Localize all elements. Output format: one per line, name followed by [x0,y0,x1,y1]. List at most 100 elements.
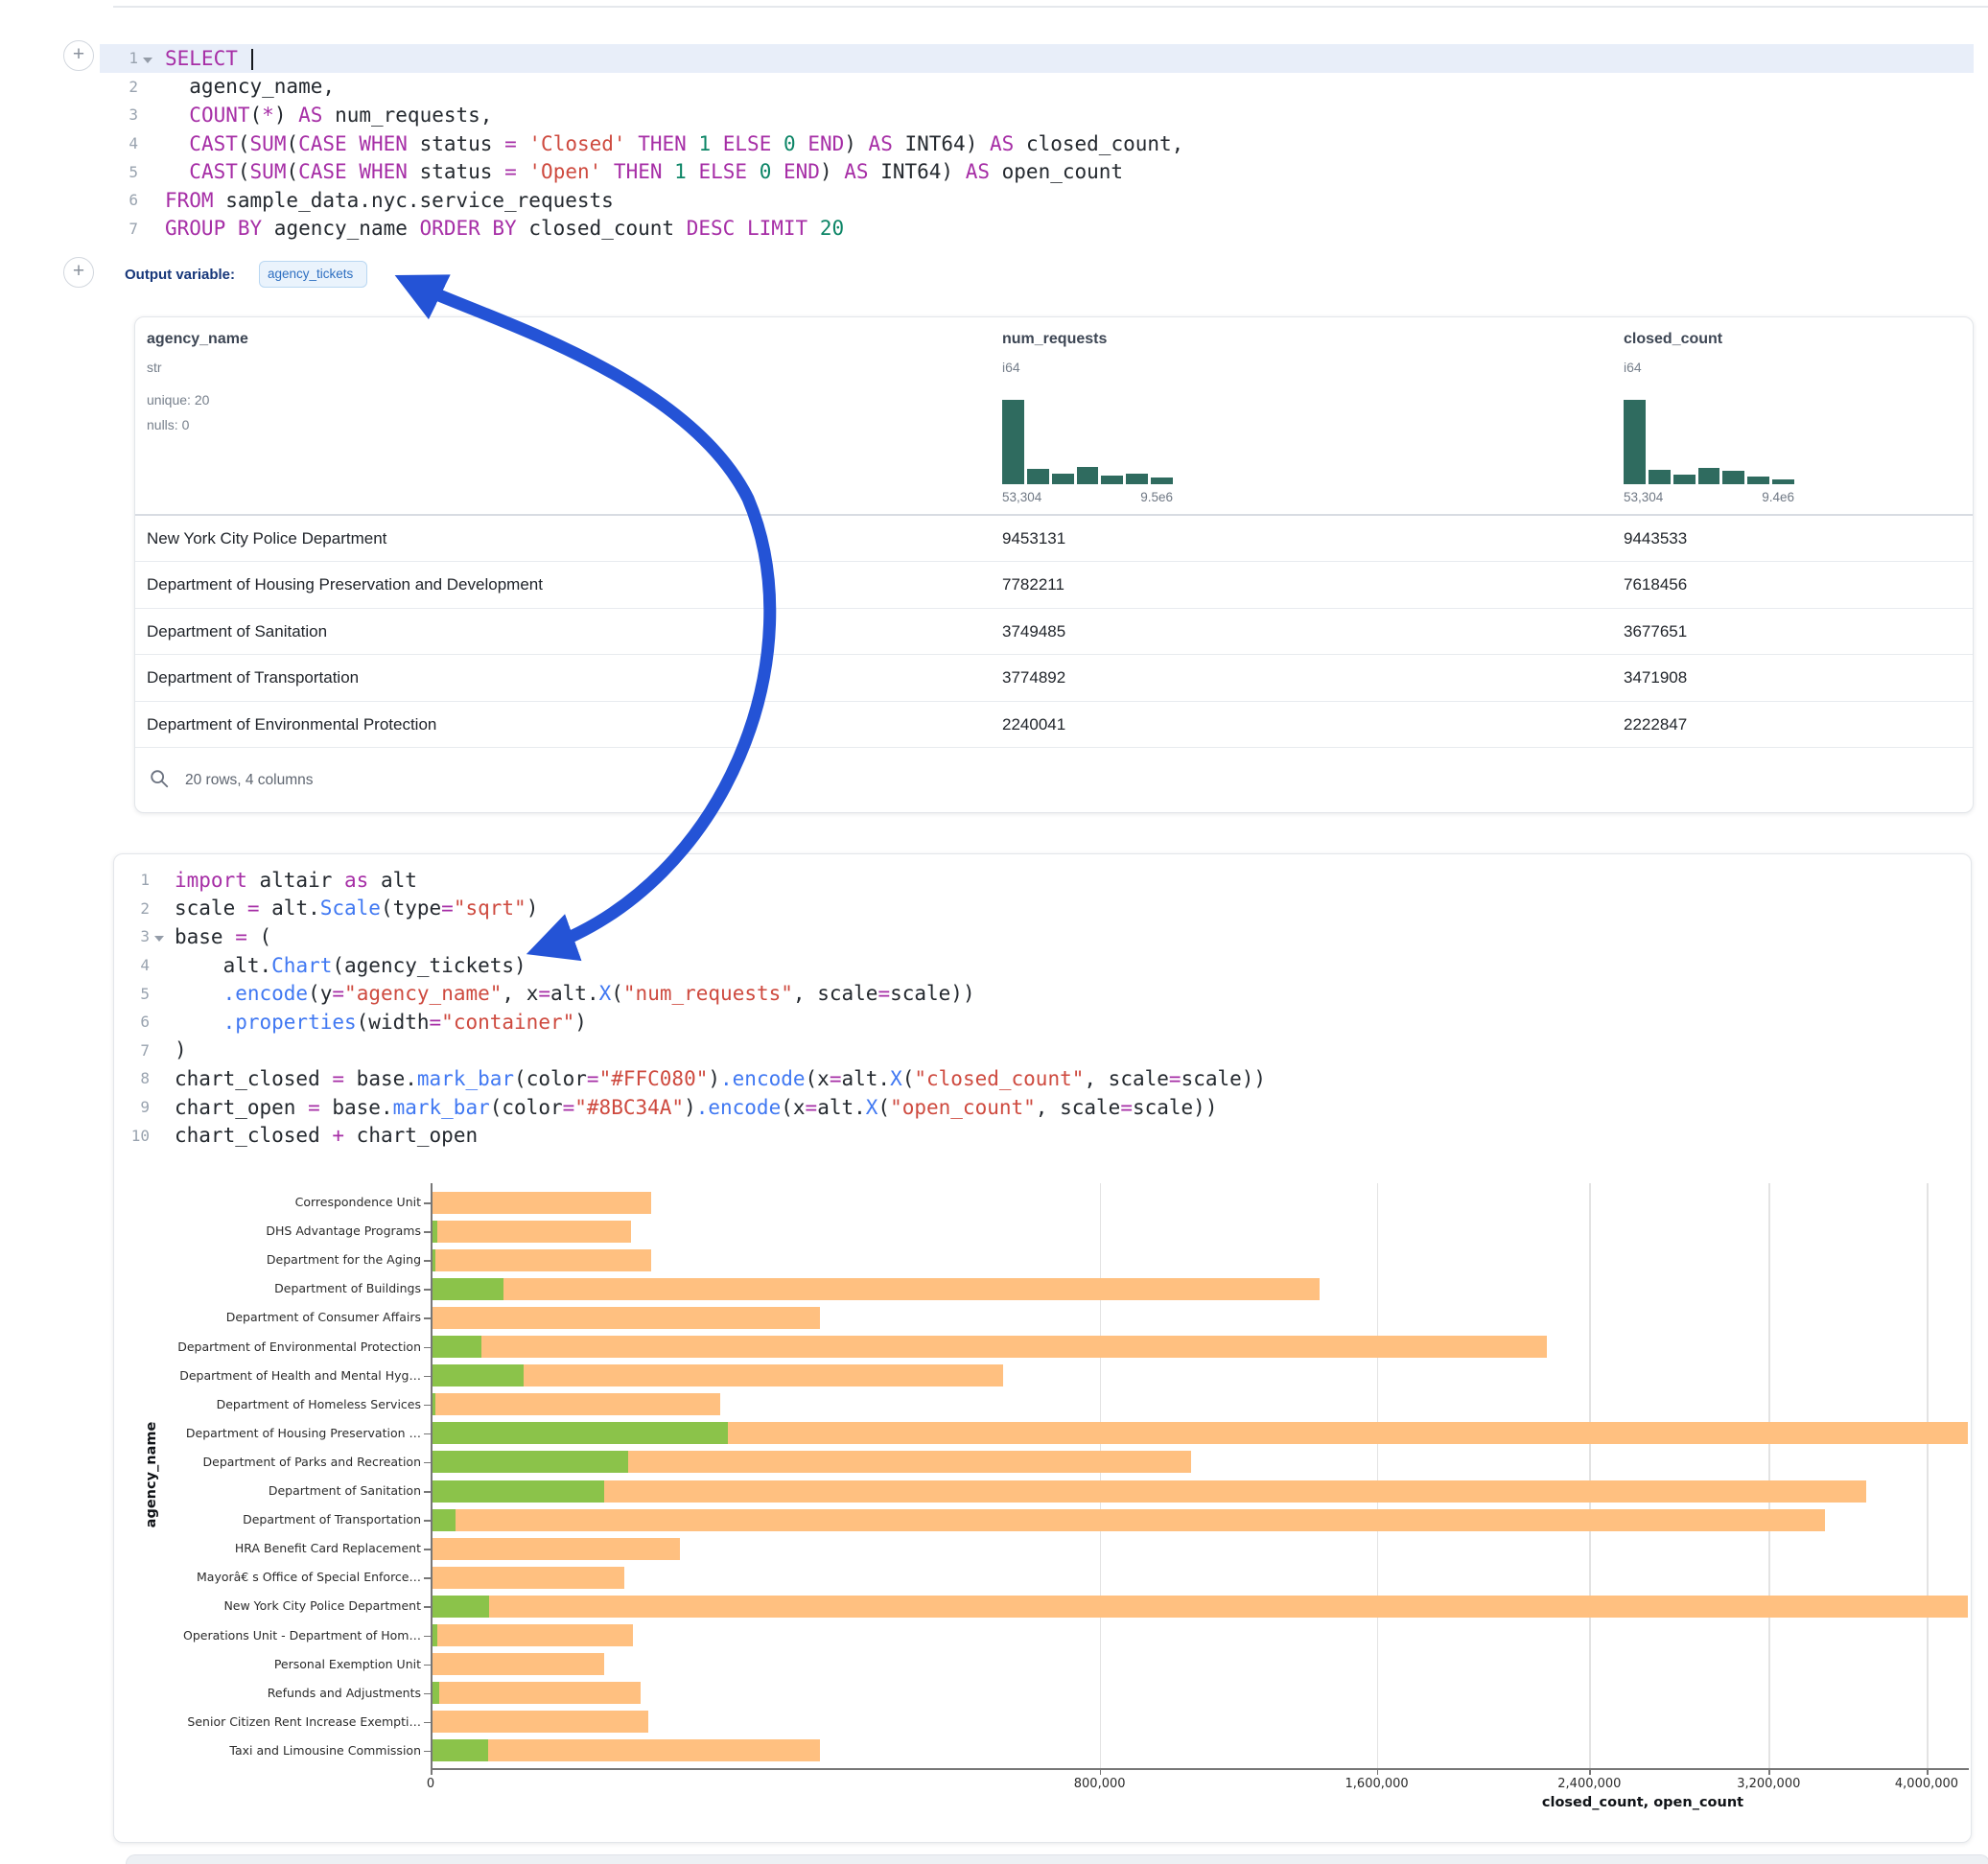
code-text: .encode(y="agency_name", x=alt.X("num_re… [175,982,975,1005]
y-axis-label: Personal Exemption Unit [115,1657,421,1671]
y-axis-label: Department of Transportation [115,1512,421,1526]
table-cell: 9443533 [1624,516,1687,562]
y-axis-label: HRA Benefit Card Replacement [115,1541,421,1555]
line-number: 1 [114,871,150,889]
bar-closed [432,1596,1968,1618]
histogram-bar [1772,479,1794,484]
bar-open [432,1480,604,1503]
y-axis-label: Correspondence Unit [115,1195,421,1209]
code-line[interactable]: 7GROUP BY agency_name ORDER BY closed_co… [100,215,1974,244]
code-text: chart_closed + chart_open [175,1124,478,1147]
y-axis-label: Department of Environmental Protection [115,1340,421,1354]
column-header-agency-name[interactable]: agency_name str unique: 20 nulls: 0 [147,317,971,514]
y-axis-label: Department of Sanitation [115,1483,421,1498]
bar-closed [432,1221,631,1243]
bar-closed [432,1336,1547,1358]
table-cell: 7782211 [1002,562,1064,608]
y-tick [424,1405,431,1407]
code-line[interactable]: 3 COUNT(*) AS num_requests, [100,101,1974,129]
histogram-bar [1077,467,1099,484]
code-line[interactable]: 2scale = alt.Scale(type="sqrt") [114,895,1971,923]
next-cell-edge[interactable] [126,1854,1988,1864]
search-icon[interactable] [149,768,170,794]
output-variable-chip[interactable]: agency_tickets [259,261,367,288]
code-line[interactable]: 6FROM sample_data.nyc.service_requests [100,186,1974,215]
code-line[interactable]: 4 alt.Chart(agency_tickets) [114,951,1971,980]
code-line[interactable]: 2 agency_name, [100,73,1974,102]
bar-open [432,1393,435,1415]
table-cell: 2222847 [1624,702,1687,748]
fold-chevron-icon[interactable] [150,925,169,948]
column-header-closed-count[interactable]: closed_count i64 53,304 9.4e6 [1624,317,1969,514]
code-text: .properties(width="container") [175,1011,587,1034]
y-axis-label: Department of Buildings [115,1281,421,1295]
column-header-num-requests[interactable]: num_requests i64 53,304 9.5e6 [1002,317,1597,514]
histogram-bar [1052,474,1074,484]
histogram-bar [1002,400,1024,484]
code-line[interactable]: 1SELECT [100,44,1974,73]
code-line[interactable]: 5 .encode(y="agency_name", x=alt.X("num_… [114,979,1971,1008]
line-number: 3 [114,927,150,945]
histogram-bar [1151,478,1173,484]
x-tick [1768,1768,1770,1775]
code-text: SELECT [165,47,253,70]
cell-divider [113,6,1988,8]
table-row[interactable]: Department of Housing Preservation and D… [135,562,1973,609]
x-axis-label: 2,400,000 [1522,1777,1656,1791]
code-line[interactable]: 1import altair as alt [114,866,1971,895]
histogram-bar [1673,475,1696,484]
y-axis-line [431,1183,433,1768]
x-axis-label: 0 [363,1777,498,1791]
code-line[interactable]: 10 chart_closed + chart_open [114,1121,1971,1150]
y-axis-label: Taxi and Limousine Commission [115,1743,421,1758]
table-summary: 20 rows, 4 columns [185,772,314,789]
y-tick [424,1636,431,1638]
code-line[interactable]: 5 CAST(SUM(CASE WHEN status = 'Open' THE… [100,157,1974,186]
code-line[interactable]: 3base = ( [114,922,1971,951]
column-name: num_requests [1002,331,1107,348]
line-number: 4 [100,134,138,152]
column-unique-count: unique: 20 [147,392,209,408]
code-line[interactable]: 8chart_closed = base.mark_bar(color="#FF… [114,1064,1971,1093]
line-number: 6 [100,191,138,209]
code-line[interactable]: 6 .properties(width="container") [114,1008,1971,1037]
line-number: 10 [114,1127,150,1145]
notebook-page: + + 1SELECT 2 agency_name,3 COUNT(*) AS … [0,0,1988,1864]
add-cell-button[interactable]: + [63,40,94,71]
bar-closed [432,1624,633,1646]
table-cell: Department of Sanitation [147,609,327,655]
table-cell: 3774892 [1002,655,1065,701]
table-cell: 3749485 [1002,609,1065,655]
bar-open [432,1221,437,1243]
fold-chevron-icon[interactable] [138,47,157,70]
code-line[interactable]: 7) [114,1037,1971,1065]
y-tick [424,1433,431,1435]
bar-closed [432,1393,720,1415]
code-text: ) [175,1038,187,1061]
code-line[interactable]: 4 CAST(SUM(CASE WHEN status = 'Closed' T… [100,129,1974,158]
code-line[interactable]: 9chart_open = base.mark_bar(color="#8BC3… [114,1093,1971,1122]
table-row[interactable]: Department of Sanitation 3749485 3677651 [135,609,1973,656]
y-tick [424,1260,431,1262]
add-cell-button[interactable]: + [63,257,94,288]
bar-closed [432,1509,1825,1531]
bar-open [432,1278,503,1300]
table-row[interactable]: New York City Police Department945313194… [135,516,1973,563]
y-tick [424,1520,431,1522]
code-text: CAST(SUM(CASE WHEN status = 'Open' THEN … [165,160,1123,183]
table-cell: 3677651 [1624,609,1687,655]
y-tick [424,1289,431,1291]
sql-editor[interactable]: 1SELECT 2 agency_name,3 COUNT(*) AS num_… [100,44,1974,243]
column-type: str [147,360,162,375]
table-row[interactable]: Department of Transportation377489234719… [135,655,1973,702]
x-axis-title: closed_count, open_count [1432,1795,1854,1810]
gridline [1589,1183,1591,1768]
table-cell: Department of Environmental Protection [147,702,436,748]
table-row[interactable]: Department of Environmental Protection 22… [135,702,1973,749]
bar-open [432,1249,435,1271]
y-axis-label: Department of Housing Preservation … [115,1426,421,1440]
python-editor[interactable]: 1import altair as alt2scale = alt.Scale(… [114,866,1971,1150]
bar-open [432,1509,456,1531]
column-type: i64 [1624,360,1642,375]
y-tick [424,1231,431,1233]
